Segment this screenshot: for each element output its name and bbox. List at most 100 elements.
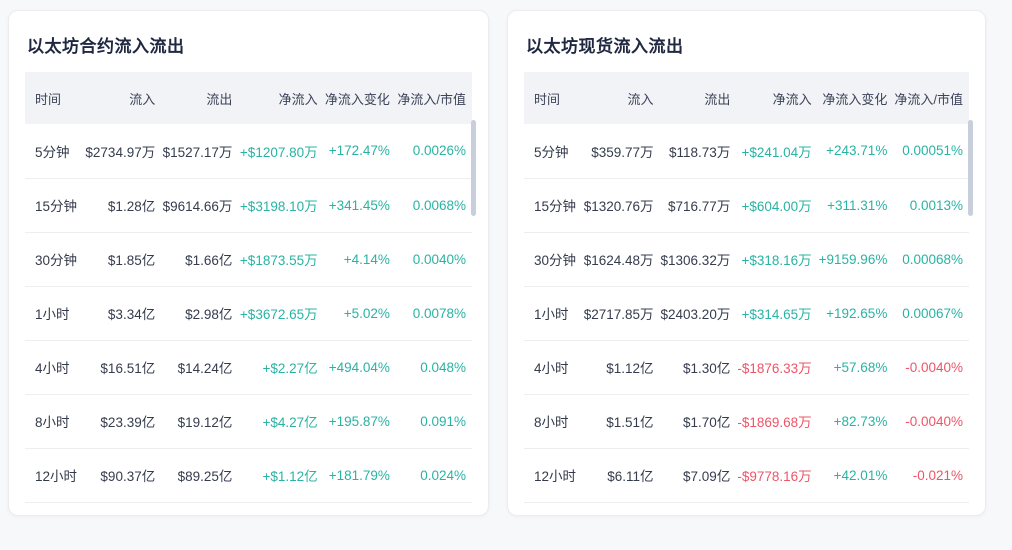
time-cell: 8小时 <box>25 394 82 449</box>
table-row: 8小时 $1.51亿 $1.70亿 -$1869.68万 +82.73% -0.… <box>524 394 969 449</box>
table-row: 15分钟 $1.28亿 $9614.66万 +$3198.10万 +341.45… <box>25 178 472 233</box>
time-cell: 12小时 <box>25 448 82 503</box>
net-change-cell: +9159.96% <box>814 232 891 287</box>
net-mcap-cell: 0.091% <box>392 394 472 449</box>
net-change-cell: +42.01% <box>814 448 891 503</box>
col-header-net-mcap: 净流入/市值 <box>890 72 969 124</box>
net-change-cell: +192.65% <box>814 286 891 341</box>
outflow-cell: $89.25亿 <box>158 448 236 503</box>
time-cell: 4小时 <box>524 340 580 395</box>
inflow-cell: $1.85亿 <box>81 232 159 287</box>
table-row: 1小时 $2717.85万 $2403.20万 +$314.65万 +192.6… <box>524 286 969 341</box>
inflow-cell: $6.11亿 <box>579 448 657 503</box>
table-row: 30分钟 $1624.48万 $1306.32万 +$318.16万 +9159… <box>524 232 969 287</box>
inflow-cell: $2717.85万 <box>579 286 657 341</box>
outflow-cell: $2403.20万 <box>656 286 734 341</box>
table-row: 12小时 $90.37亿 $89.25亿 +$1.12亿 +181.79% 0.… <box>25 448 472 503</box>
outflow-cell: $1.70亿 <box>656 394 734 449</box>
inflow-cell: $1320.76万 <box>579 178 657 233</box>
net-change-cell: +57.68% <box>814 340 891 395</box>
outflow-cell: $1306.32万 <box>656 232 734 287</box>
net-mcap-cell: 0.0078% <box>392 286 472 341</box>
inflow-cell: $23.39亿 <box>81 394 159 449</box>
net-inflow-cell: +$314.65万 <box>733 286 815 341</box>
net-inflow-cell: +$604.00万 <box>733 178 815 233</box>
table-row: 5分钟 $359.77万 $118.73万 +$241.04万 +243.71%… <box>524 124 969 179</box>
table-row: 4小时 $1.12亿 $1.30亿 -$1876.33万 +57.68% -0.… <box>524 340 969 395</box>
net-inflow-cell: -$1869.68万 <box>733 394 815 449</box>
net-change-cell: +311.31% <box>814 178 891 233</box>
inflow-cell: $1.12亿 <box>579 340 657 395</box>
table-row: 5分钟 $2734.97万 $1527.17万 +$1207.80万 +172.… <box>25 124 472 179</box>
table-row: 4小时 $16.51亿 $14.24亿 +$2.27亿 +494.04% 0.0… <box>25 340 472 395</box>
card-title-spot: 以太坊现货流入流出 <box>526 37 684 56</box>
col-header-outflow: 流出 <box>656 72 734 124</box>
col-header-net-change: 净流入变化 <box>814 72 891 124</box>
net-change-cell: +82.73% <box>814 394 891 449</box>
col-header-inflow: 流入 <box>81 72 159 124</box>
net-change-cell: +181.79% <box>320 448 393 503</box>
net-mcap-cell: -0.021% <box>890 448 969 503</box>
outflow-cell: $2.98亿 <box>158 286 236 341</box>
time-cell: 1小时 <box>25 286 82 341</box>
outflow-cell: $1527.17万 <box>158 124 236 179</box>
outflow-cell: $1.30亿 <box>656 340 734 395</box>
net-inflow-cell: +$3672.65万 <box>235 286 321 341</box>
net-inflow-cell: +$4.27亿 <box>235 394 321 449</box>
net-mcap-cell: 0.00068% <box>890 232 969 287</box>
outflow-cell: $716.77万 <box>656 178 734 233</box>
time-cell: 5分钟 <box>25 124 82 179</box>
spot-flow-table: 时间 流入 流出 净流入 净流入变化 净流入/市值 5分钟 $359.77万 $… <box>524 72 969 503</box>
net-mcap-cell: 0.024% <box>392 448 472 503</box>
table-header-row: 时间 流入 流出 净流入 净流入变化 净流入/市值 <box>524 72 969 124</box>
outflow-cell: $1.66亿 <box>158 232 236 287</box>
net-mcap-cell: 0.00067% <box>890 286 969 341</box>
net-mcap-cell: 0.0068% <box>392 178 472 233</box>
col-header-net-change: 净流入变化 <box>320 72 393 124</box>
net-mcap-cell: 0.0026% <box>392 124 472 179</box>
net-inflow-cell: -$9778.16万 <box>733 448 815 503</box>
card-title-contract: 以太坊合约流入流出 <box>27 37 185 56</box>
outflow-cell: $7.09亿 <box>656 448 734 503</box>
table-scrollbar-thumb[interactable] <box>471 120 476 216</box>
inflow-cell: $90.37亿 <box>81 448 159 503</box>
outflow-cell: $118.73万 <box>656 124 734 179</box>
net-inflow-cell: +$1.12亿 <box>235 448 321 503</box>
col-header-outflow: 流出 <box>158 72 236 124</box>
table-row: 8小时 $23.39亿 $19.12亿 +$4.27亿 +195.87% 0.0… <box>25 394 472 449</box>
net-inflow-cell: +$1207.80万 <box>235 124 321 179</box>
inflow-cell: $3.34亿 <box>81 286 159 341</box>
time-cell: 4小时 <box>25 340 82 395</box>
outflow-cell: $14.24亿 <box>158 340 236 395</box>
time-cell: 30分钟 <box>25 232 82 287</box>
net-change-cell: +341.45% <box>320 178 393 233</box>
net-inflow-cell: -$1876.33万 <box>733 340 815 395</box>
table-row: 1小时 $3.34亿 $2.98亿 +$3672.65万 +5.02% 0.00… <box>25 286 472 341</box>
net-inflow-cell: +$3198.10万 <box>235 178 321 233</box>
net-inflow-cell: +$241.04万 <box>733 124 815 179</box>
table-row: 30分钟 $1.85亿 $1.66亿 +$1873.55万 +4.14% 0.0… <box>25 232 472 287</box>
net-mcap-cell: 0.00051% <box>890 124 969 179</box>
table-header-row: 时间 流入 流出 净流入 净流入变化 净流入/市值 <box>25 72 472 124</box>
table-scrollbar-thumb[interactable] <box>968 120 973 216</box>
net-inflow-cell: +$2.27亿 <box>235 340 321 395</box>
time-cell: 1小时 <box>524 286 580 341</box>
net-change-cell: +243.71% <box>814 124 891 179</box>
net-mcap-cell: 0.0040% <box>392 232 472 287</box>
net-change-cell: +195.87% <box>320 394 393 449</box>
net-mcap-cell: -0.0040% <box>890 340 969 395</box>
net-change-cell: +4.14% <box>320 232 393 287</box>
time-cell: 15分钟 <box>524 178 580 233</box>
net-change-cell: +172.47% <box>320 124 393 179</box>
inflow-cell: $1624.48万 <box>579 232 657 287</box>
inflow-cell: $2734.97万 <box>81 124 159 179</box>
table-row: 12小时 $6.11亿 $7.09亿 -$9778.16万 +42.01% -0… <box>524 448 969 503</box>
spot-flow-card: 以太坊现货流入流出 时间 流入 流出 净流入 净流入变化 净流入/市值 5分钟 … <box>507 10 986 516</box>
inflow-cell: $359.77万 <box>579 124 657 179</box>
net-mcap-cell: 0.048% <box>392 340 472 395</box>
net-change-cell: +494.04% <box>320 340 393 395</box>
col-header-inflow: 流入 <box>579 72 657 124</box>
time-cell: 5分钟 <box>524 124 580 179</box>
col-header-time: 时间 <box>25 72 82 124</box>
inflow-cell: $16.51亿 <box>81 340 159 395</box>
